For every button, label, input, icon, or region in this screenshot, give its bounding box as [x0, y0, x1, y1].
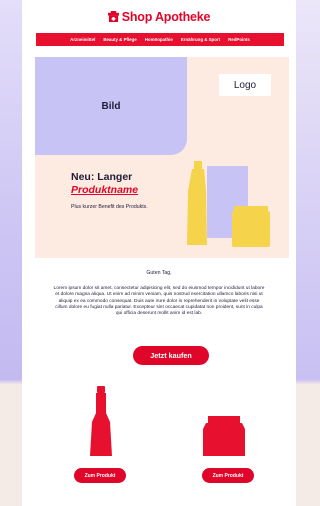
hero-image-placeholder: Bild: [35, 57, 187, 155]
product-illustration: [187, 161, 270, 247]
shop-apotheke-logo-icon: [107, 11, 119, 22]
product-name-link[interactable]: Produktname: [71, 184, 138, 196]
product-headline: Neu: Langer Produktname: [71, 171, 138, 196]
body-text: Lorem ipsum dolor sit amet, consectetur …: [53, 286, 265, 317]
product-button-1[interactable]: Zum Produkt: [74, 468, 126, 483]
buy-now-button[interactable]: Jetzt kaufen: [133, 346, 209, 365]
partner-logo-placeholder: Logo: [219, 74, 271, 96]
headline-line-1: Neu: Langer: [71, 171, 133, 183]
category-nav: Arzneimittel Beauty & Pflege Homöopathie…: [36, 33, 284, 46]
nav-item-arzneimittel[interactable]: Arzneimittel: [70, 37, 95, 42]
hero-banner: Bild Logo Neu: Langer Produktname Plus k…: [35, 57, 289, 258]
background-left: [0, 0, 22, 506]
greeting: Guten Tag,: [146, 270, 172, 276]
product-benefit: Plus kurzer Benefit des Produkts.: [71, 204, 148, 210]
brand-name: Shop Apotheke: [121, 10, 211, 24]
brand-logo[interactable]: Shop Apotheke: [22, 10, 296, 24]
nav-item-redpoints[interactable]: RedPoints: [228, 37, 250, 42]
product-button-2[interactable]: Zum Produkt: [202, 468, 254, 483]
hero-image-label: Bild: [101, 100, 121, 112]
nav-item-beauty-pflege[interactable]: Beauty & Pflege: [103, 37, 136, 42]
partner-logo-label: Logo: [233, 79, 257, 91]
bottle-icon[interactable]: [88, 386, 114, 456]
background-right: [296, 0, 320, 506]
nav-item-homoeopathie[interactable]: Homöopathie: [145, 37, 173, 42]
nav-item-ernaehrung-sport[interactable]: Ernährung & Sport: [181, 37, 220, 42]
jar-icon[interactable]: [202, 416, 246, 456]
